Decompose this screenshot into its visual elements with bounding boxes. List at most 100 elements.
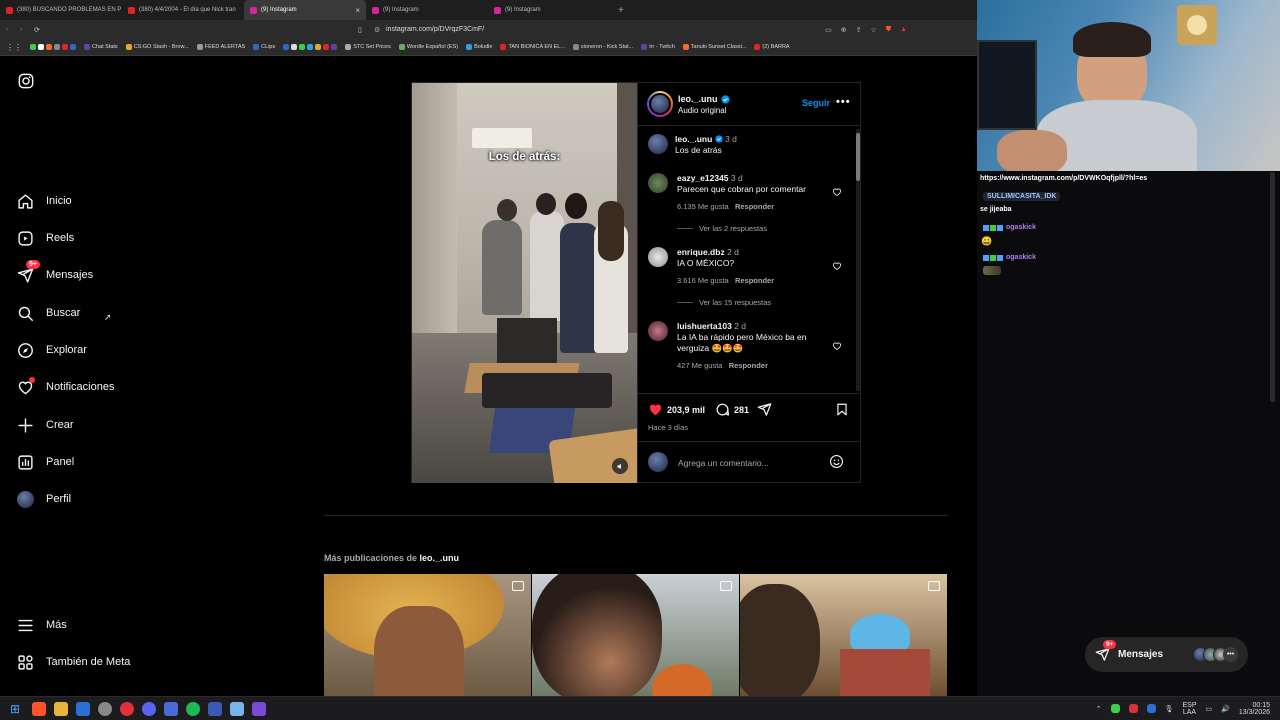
- bookmark[interactable]: trr - Twitch: [641, 44, 675, 50]
- forward-icon[interactable]: ›: [20, 26, 34, 33]
- file-explorer-icon[interactable]: [54, 701, 69, 716]
- instagram-logo-icon[interactable]: [18, 73, 34, 89]
- view-replies-button[interactable]: Ver las 2 respuestas: [677, 223, 847, 234]
- bookmark[interactable]: Tanuki Sunset Classi...: [682, 44, 746, 50]
- sidebar-item-panel[interactable]: Panel: [16, 453, 74, 471]
- network-icon[interactable]: ▭: [1206, 705, 1213, 713]
- comment-like-icon[interactable]: [832, 261, 842, 271]
- comment-count[interactable]: 281: [734, 405, 749, 415]
- close-tab-icon[interactable]: ×: [355, 6, 360, 15]
- like-count[interactable]: 203,9 mil: [667, 405, 705, 415]
- back-icon[interactable]: ‹: [6, 26, 20, 33]
- comment-username[interactable]: enrique.dbz: [677, 247, 725, 257]
- volume-icon[interactable]: 🔊: [1221, 705, 1230, 713]
- comment-input[interactable]: Agrega un comentario...: [678, 458, 818, 468]
- comment-like-icon[interactable]: [832, 187, 842, 197]
- share-icon[interactable]: ⇪: [856, 26, 862, 34]
- sidebar-item-notificaciones[interactable]: Notificaciones: [16, 377, 114, 396]
- sidebar-item-mensajes[interactable]: 9+ Mensajes: [16, 260, 93, 284]
- comment-likes[interactable]: 427 Me gusta: [677, 361, 722, 370]
- audio-label[interactable]: Audio original: [678, 106, 726, 115]
- app-icon[interactable]: [230, 701, 245, 716]
- sidebar-item-reels[interactable]: Reels: [16, 229, 74, 247]
- reply-button[interactable]: Responder: [735, 202, 774, 211]
- language-indicator[interactable]: ESP LAA: [1182, 702, 1196, 716]
- spotify-icon[interactable]: [186, 701, 201, 716]
- more-options-icon[interactable]: •••: [836, 96, 851, 108]
- reply-button[interactable]: Responder: [729, 361, 768, 370]
- browser-tab[interactable]: (9) Instagram: [488, 0, 610, 20]
- browser-tab[interactable]: (380) 4/4/2004 - El día que Nick tran: [122, 0, 244, 20]
- caption-avatar[interactable]: [648, 134, 668, 154]
- emoji-icon[interactable]: [829, 454, 844, 469]
- bookmark[interactable]: Wordle Español (ES): [398, 44, 458, 50]
- bookmark[interactable]: (2) BARRA: [754, 44, 790, 50]
- post-video[interactable]: Los de atrás:: [412, 83, 637, 483]
- bookmark-star-icon[interactable]: ☆: [871, 26, 877, 34]
- view-replies-button[interactable]: Ver las 15 respuestas: [677, 297, 847, 308]
- browser-tab[interactable]: (380) BUSCANDO PROBLEMAS EN P: [0, 0, 122, 20]
- site-info-icon[interactable]: ⚙: [374, 26, 386, 34]
- sidebar-item-crear[interactable]: Crear: [16, 416, 74, 434]
- brave-browser-icon[interactable]: [32, 701, 47, 716]
- brave-shield-icon[interactable]: ⛊: [886, 26, 891, 34]
- tray-app-icon[interactable]: [1128, 704, 1138, 713]
- bookmark-page-icon[interactable]: ▯: [358, 26, 374, 34]
- tray-app-icon[interactable]: [1146, 704, 1156, 713]
- bookmark[interactable]: STC Set Prices: [345, 44, 391, 50]
- app-icon[interactable]: [98, 701, 113, 716]
- chat-username[interactable]: ogaskick: [1006, 224, 1036, 231]
- url-field[interactable]: instagram.com/p/DVrqzF3CmF/: [386, 26, 484, 33]
- post-thumbnail[interactable]: [740, 574, 947, 696]
- post-thumbnail[interactable]: [324, 574, 531, 696]
- sidebar-item-buscar[interactable]: Buscar: [16, 304, 80, 322]
- bookmark[interactable]: Chat Stats: [84, 44, 118, 50]
- author-avatar[interactable]: [647, 91, 673, 117]
- screen-icon[interactable]: ▭: [825, 26, 832, 34]
- bookmark[interactable]: CS:GO Stash - Brow...: [125, 44, 189, 50]
- reload-icon[interactable]: ⟳: [34, 26, 48, 34]
- browser-tab[interactable]: (9) Instagram: [366, 0, 488, 20]
- bookmark-icons[interactable]: [30, 44, 76, 50]
- brave-rewards-icon[interactable]: ▲: [900, 26, 907, 34]
- sidebar-item-inicio[interactable]: Inicio: [16, 192, 72, 210]
- app-icon[interactable]: [164, 701, 179, 716]
- author-username[interactable]: leo._.unu: [678, 94, 718, 104]
- windows-start-icon[interactable]: ⊞: [10, 702, 20, 716]
- follow-button[interactable]: Seguir: [802, 98, 830, 108]
- new-tab-button[interactable]: +: [618, 5, 624, 16]
- caption-username[interactable]: leo._.unu: [675, 134, 712, 144]
- liked-heart-icon[interactable]: [648, 402, 663, 417]
- more-posts-user[interactable]: leo._.unu: [420, 553, 460, 563]
- sidebar-item-perfil[interactable]: Perfil: [16, 490, 71, 508]
- comment-action[interactable]: 281: [715, 402, 749, 417]
- commenter-avatar[interactable]: [648, 173, 668, 193]
- apps-icon[interactable]: ⋮⋮: [6, 43, 22, 52]
- comment-username[interactable]: eazy_e12345: [677, 173, 729, 183]
- discord-icon[interactable]: [142, 701, 157, 716]
- bookmark[interactable]: TAN BIONICA EN EL...: [500, 44, 565, 50]
- app-icon[interactable]: [208, 701, 223, 716]
- bookmark-icons[interactable]: [283, 44, 338, 50]
- bookmark[interactable]: FEED ALERTAS: [196, 44, 245, 50]
- mute-button[interactable]: [612, 458, 628, 474]
- app-icon[interactable]: [252, 701, 267, 716]
- like-action[interactable]: 203,9 mil: [648, 402, 705, 417]
- chat-username[interactable]: ogaskick: [1006, 254, 1036, 261]
- microphone-icon[interactable]: 🎙: [1165, 705, 1174, 713]
- tray-app-icon[interactable]: [1110, 704, 1120, 713]
- bookmark[interactable]: sioneron - Kick Stat...: [572, 44, 633, 50]
- chat-username[interactable]: SULLIMICASITA_IDK: [983, 192, 1061, 201]
- bookmark[interactable]: Boludle: [466, 44, 492, 50]
- sidebar-item-mas[interactable]: Más: [16, 616, 67, 634]
- author-name[interactable]: leo._.unu: [678, 94, 730, 104]
- comment-like-icon[interactable]: [832, 341, 842, 351]
- commenter-avatar[interactable]: [648, 247, 668, 267]
- zoom-icon[interactable]: ⊕: [841, 26, 847, 34]
- steam-icon[interactable]: [76, 701, 91, 716]
- share-icon[interactable]: [757, 402, 772, 417]
- messages-pill[interactable]: 9+ Mensajes •••: [1085, 637, 1248, 672]
- reply-button[interactable]: Responder: [735, 276, 774, 285]
- comment-username[interactable]: luishuerta103: [677, 321, 732, 331]
- tray-chevron-icon[interactable]: ⌃: [1096, 705, 1102, 713]
